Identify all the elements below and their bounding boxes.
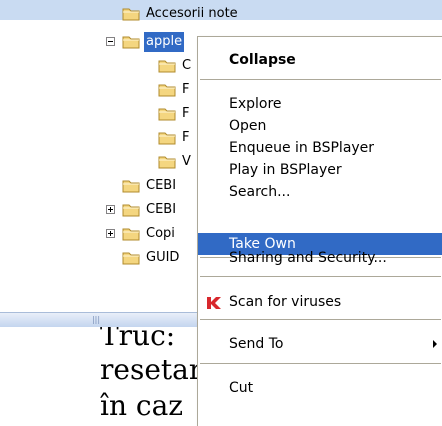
tree-item-label: F [182, 82, 190, 97]
menu-item-play-bsplayer[interactable]: Play in BSPlayer [198, 159, 442, 181]
tree-item-label: CEBI [146, 202, 177, 217]
expand-toggle-icon[interactable] [106, 229, 115, 238]
menu-separator [200, 79, 441, 80]
collapse-toggle-icon[interactable] [106, 37, 115, 46]
tree-item-child[interactable]: V [0, 152, 200, 172]
menu-item-label: Search... [229, 184, 291, 200]
tree-item-label: F [182, 106, 190, 121]
menu-item-label: Play in BSPlayer [229, 162, 342, 178]
tree-item-child[interactable]: F [0, 128, 200, 148]
menu-item-label: Cut [229, 380, 254, 396]
folder-icon [158, 155, 176, 169]
folder-icon [122, 251, 140, 265]
menu-item-label: Send To [229, 336, 284, 352]
menu-item-label: Sharing and Security... [229, 250, 387, 266]
folder-icon [122, 203, 140, 217]
tree-item-child[interactable]: C [0, 56, 200, 76]
menu-item-scan-viruses[interactable]: Scan for viruses [198, 291, 442, 313]
tree-item-label: apple [144, 32, 185, 52]
folder-icon [158, 59, 176, 73]
expand-toggle-icon[interactable] [106, 205, 115, 214]
folder-icon [158, 83, 176, 97]
menu-item-collapse[interactable]: Collapse [198, 49, 442, 71]
menu-separator [200, 276, 441, 277]
menu-item-sharing-security[interactable]: Sharing and Security... [198, 247, 442, 269]
kaspersky-k-icon [206, 295, 222, 309]
tree-item-copi[interactable]: Copi [0, 224, 200, 244]
menu-item-send-to[interactable]: Send To [198, 333, 442, 355]
tree-item-guid[interactable]: GUID [0, 248, 200, 268]
menu-separator [200, 319, 441, 320]
context-menu: Collapse Explore Open Enqueue in BSPlaye… [197, 36, 442, 426]
tree-item-label: CEBI [146, 178, 177, 193]
menu-item-label: Scan for viruses [229, 294, 342, 310]
scroll-grip-icon[interactable]: ||| [90, 316, 102, 324]
tree-item-label: GUID [146, 250, 180, 265]
tree-item-label: C [182, 58, 192, 73]
tree-item-child[interactable]: F [0, 104, 200, 124]
folder-icon [122, 179, 140, 193]
document-line: în caz [100, 389, 184, 422]
menu-item-cut[interactable]: Cut [198, 377, 442, 399]
tree-item-label: V [182, 154, 191, 169]
menu-item-search[interactable]: Search... [198, 181, 442, 203]
tree-item-accesorii-note[interactable]: Accesorii note [0, 4, 238, 24]
folder-icon [158, 131, 176, 145]
folder-icon [122, 7, 140, 21]
document-line: resetar [100, 353, 200, 386]
tree-item-child[interactable]: F [0, 80, 200, 100]
horizontal-scrollbar[interactable]: ||| [0, 312, 200, 328]
folder-icon [122, 35, 140, 49]
menu-item-label: Enqueue in BSPlayer [229, 140, 375, 156]
tree-item-cebi[interactable]: CEBI [0, 176, 200, 196]
tree-item-cebi-2[interactable]: CEBI [0, 200, 200, 220]
submenu-arrow-icon [433, 340, 437, 348]
folder-icon [122, 227, 140, 241]
tree-item-apple[interactable]: apple [0, 32, 200, 52]
document-line: Truc: [100, 327, 176, 352]
menu-item-label: Collapse [229, 52, 296, 68]
menu-item-open[interactable]: Open [198, 115, 442, 137]
document-text-area: Truc: resetar în caz [0, 327, 200, 425]
menu-item-explore[interactable]: Explore [198, 93, 442, 115]
menu-item-label: Explore [229, 96, 282, 112]
menu-item-label: Open [229, 118, 267, 134]
menu-separator [200, 363, 441, 364]
menu-item-enqueue-bsplayer[interactable]: Enqueue in BSPlayer [198, 137, 442, 159]
tree-item-label: Accesorii note [146, 6, 238, 21]
tree-item-label: F [182, 130, 190, 145]
tree-item-label: Copi [146, 226, 175, 241]
folder-icon [158, 107, 176, 121]
